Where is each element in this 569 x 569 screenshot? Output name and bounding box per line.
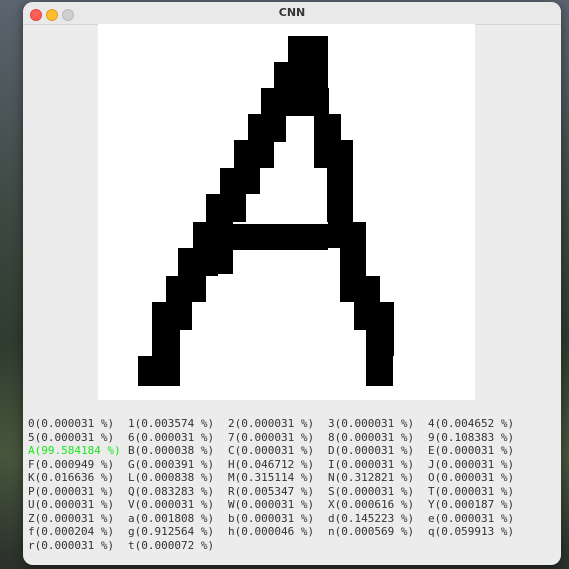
prediction-item: q(0.059913 %) (428, 525, 515, 538)
stroke-pixel (152, 330, 180, 356)
stroke-pixel (366, 356, 393, 386)
prediction-item: 7(0.000031 %) (228, 430, 315, 444)
stroke-pixel (366, 330, 394, 356)
prediction-item: G(0.000391 %) (128, 457, 215, 471)
top-prediction: A(99.584184 %) (28, 444, 121, 457)
stroke-pixel (354, 302, 394, 330)
prediction-item: 0(0.000031 %) (28, 417, 115, 430)
stroke-pixel (301, 88, 329, 116)
prediction-item: n(0.000569 %) (328, 525, 415, 538)
stroke-pixel (327, 168, 353, 194)
stroke-pixel (328, 222, 366, 248)
window-title: CNN (278, 6, 306, 19)
stroke-pixel (206, 194, 246, 222)
prediction-item: Z(0.000031 %) (28, 511, 115, 525)
prediction-item: U(0.000031 %) (28, 498, 115, 511)
prediction-item: H(0.046712 %) (228, 457, 315, 471)
prediction-item: T(0.000031 %) (428, 484, 515, 498)
prediction-item: O(0.000031 %) (428, 471, 515, 484)
stroke-pixel (340, 248, 366, 276)
prediction-item: Q(0.083283 %) (128, 484, 215, 498)
prediction-item: a(0.001808 %) (128, 511, 215, 525)
prediction-item: B(0.000038 %) (128, 444, 215, 457)
prediction-item: C(0.000031 %) (228, 444, 315, 457)
stroke-pixel (340, 276, 380, 302)
prediction-item: N(0.312821 %) (328, 471, 415, 484)
stroke-pixel (152, 302, 192, 330)
prediction-item: S(0.000031 %) (328, 484, 415, 498)
prediction-item: P(0.000031 %) (28, 484, 115, 498)
stroke-pixel (261, 88, 301, 116)
prediction-item: 6(0.000031 %) (128, 430, 215, 444)
prediction-item: h(0.000046 %) (228, 525, 315, 538)
prediction-item: F(0.000949 %) (28, 457, 115, 471)
prediction-item: e(0.000031 %) (428, 511, 515, 525)
prediction-item: b(0.000031 %) (228, 511, 315, 525)
prediction-item: t(0.000072 %) (128, 538, 215, 552)
prediction-item: L(0.000838 %) (128, 471, 215, 484)
prediction-item: J(0.000031 %) (428, 457, 515, 471)
prediction-item: M(0.315114 %) (228, 471, 315, 484)
stroke-pixel (138, 356, 180, 386)
prediction-item: g(0.912564 %) (128, 525, 215, 538)
drawn-letter (138, 36, 394, 386)
prediction-item: X(0.000616 %) (328, 498, 415, 511)
drawing-canvas[interactable] (98, 24, 475, 400)
prediction-item: 4(0.004652 %) (428, 417, 515, 430)
prediction-list: 0(0.000031 %) 1(0.003574 %) 2(0.000031 %) 3… (28, 417, 528, 552)
stroke-pixel (220, 168, 260, 194)
stroke-pixel (327, 194, 353, 222)
prediction-item: D(0.000031 %) (328, 444, 415, 457)
prediction-item: 9(0.108383 %) (428, 430, 515, 444)
prediction-item: V(0.000031 %) (128, 498, 215, 511)
stroke-pixel (314, 114, 341, 142)
prediction-item: R(0.005347 %) (228, 484, 315, 498)
prediction-item: 8(0.000031 %) (328, 430, 415, 444)
prediction-item: 2(0.000031 %) (228, 417, 315, 430)
stroke-pixel (178, 248, 218, 276)
stroke-pixel (166, 276, 206, 302)
stroke-pixel (193, 222, 233, 248)
stroke-pixel (314, 140, 353, 168)
prediction-item: 3(0.000031 %) (328, 417, 415, 430)
prediction-item: 1(0.003574 %) (128, 417, 215, 430)
stroke-pixel (288, 36, 328, 62)
prediction-item: r(0.000031 %) (28, 538, 115, 552)
prediction-item: W(0.000031 %) (228, 498, 315, 511)
prediction-item: E(0.000031 %) (428, 444, 515, 457)
prediction-item: Y(0.000187 %) (428, 498, 515, 511)
app-window: CNN 0(0.000031 %) 1(0.003574 %) 2(0.000031… (23, 2, 561, 565)
stroke-pixel (233, 224, 328, 250)
stroke-pixel (248, 114, 286, 142)
prediction-item: f(0.000204 %) (28, 525, 115, 538)
stroke-pixel (274, 62, 328, 88)
prediction-item: 5(0.000031 %) (28, 430, 115, 444)
title-bar[interactable]: CNN (23, 2, 561, 25)
prediction-item: I(0.000031 %) (328, 457, 415, 471)
prediction-item: K(0.016636 %) (28, 471, 115, 484)
prediction-item: d(0.145223 %) (328, 511, 415, 525)
stroke-pixel (234, 140, 274, 168)
